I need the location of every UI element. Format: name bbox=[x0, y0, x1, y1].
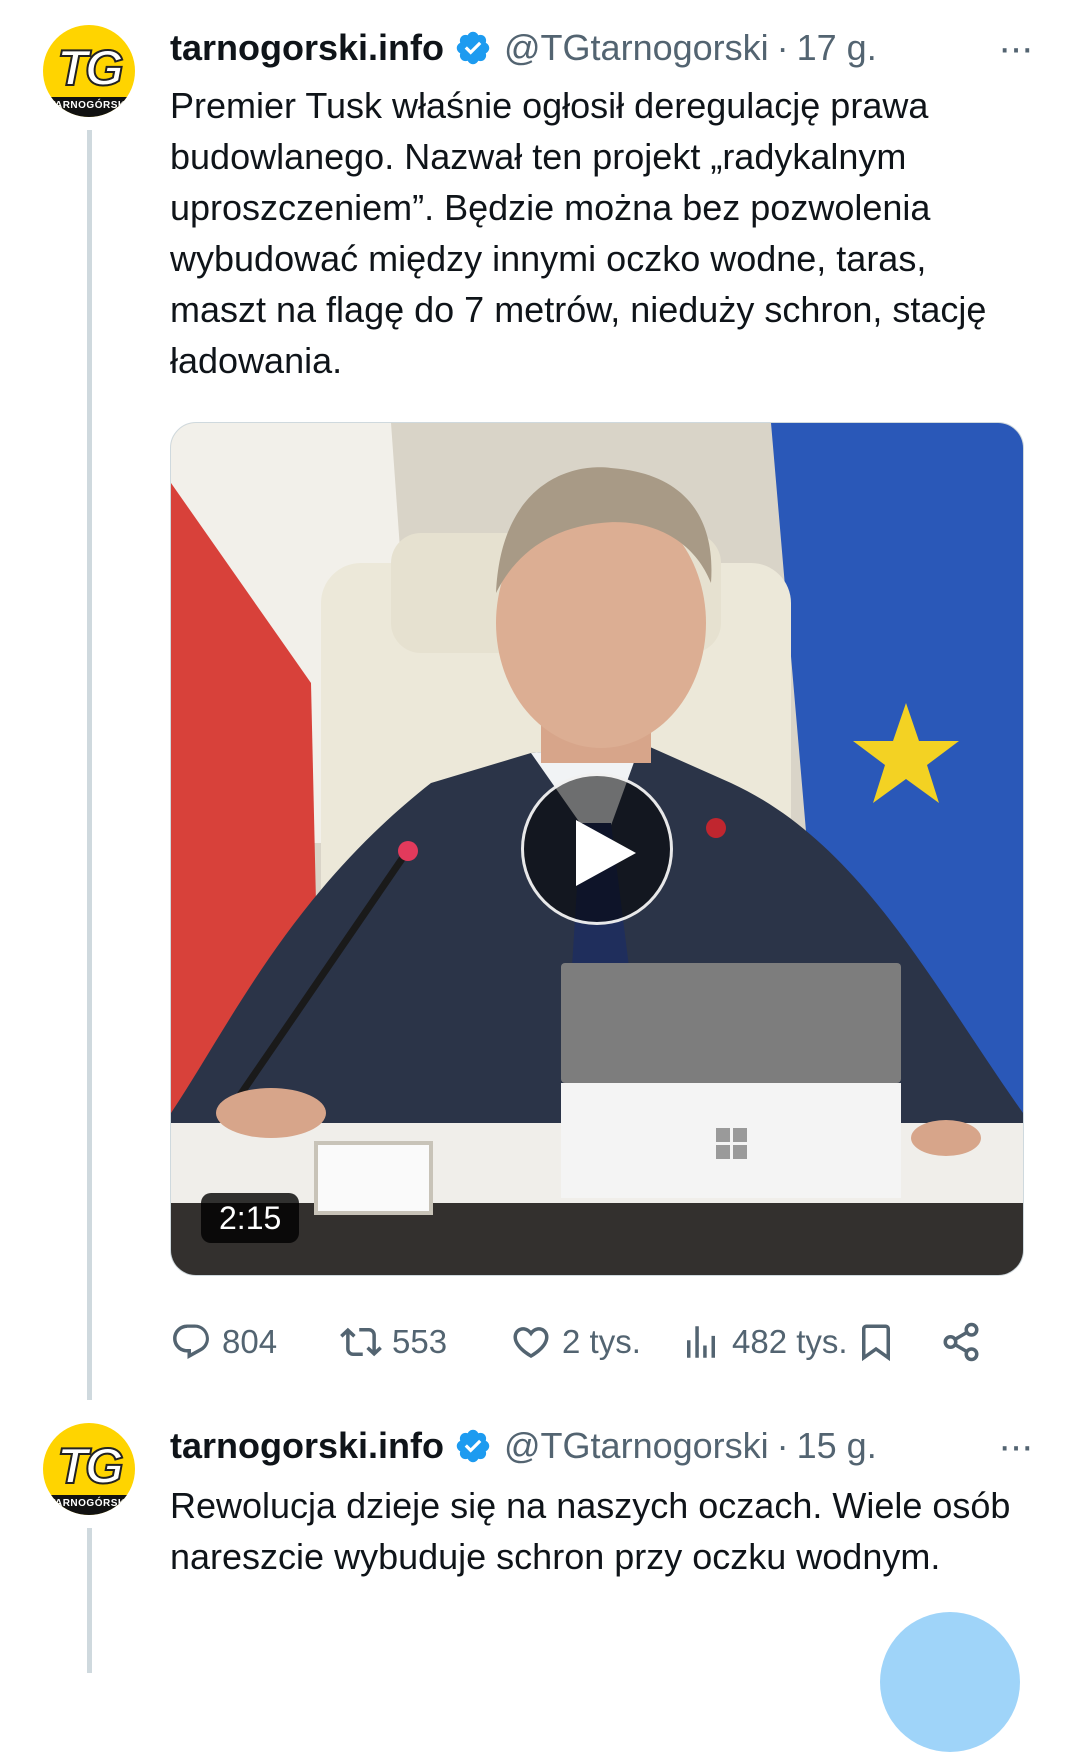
author-handle[interactable]: @TGtarnogorski bbox=[504, 27, 769, 69]
author-name[interactable]: tarnogorski.info bbox=[170, 1425, 444, 1467]
tweet-header: tarnogorski.info @TGtarnogorski · 15 g. bbox=[170, 1423, 877, 1469]
video-player[interactable]: 2:15 bbox=[170, 422, 1024, 1276]
tweet-text: Rewolucja dzieje się na naszych oczach. … bbox=[170, 1485, 1011, 1577]
compose-fab-button[interactable] bbox=[880, 1612, 1020, 1752]
like-count: 2 tys. bbox=[562, 1323, 641, 1360]
verified-badge-icon bbox=[456, 31, 490, 65]
tweet-text: Premier Tusk właśnie ogłosił deregulację… bbox=[170, 85, 987, 381]
separator-dot: · bbox=[776, 27, 789, 68]
more-options-icon[interactable]: ··· bbox=[998, 1424, 1034, 1469]
author-handle[interactable]: @TGtarnogorski bbox=[504, 1425, 769, 1467]
thread-line bbox=[87, 1528, 92, 1673]
separator-dot: · bbox=[776, 1425, 789, 1466]
repost-button[interactable]: 553 bbox=[340, 1312, 447, 1372]
more-options-icon[interactable]: ··· bbox=[998, 26, 1034, 71]
author-avatar[interactable]: TG TARNOGÓRSKI bbox=[43, 1423, 135, 1515]
tweet-header: tarnogorski.info @TGtarnogorski · 17 g. bbox=[170, 25, 877, 71]
tweet-1[interactable]: TG TARNOGÓRSKI tarnogorski.info @TGtarno… bbox=[0, 0, 1080, 1400]
views-count: 482 tys. bbox=[732, 1323, 848, 1360]
thread-line bbox=[87, 130, 92, 1400]
bookmark-button[interactable] bbox=[855, 1312, 907, 1372]
reply-bubble-icon bbox=[173, 1324, 209, 1359]
repost-arrows-icon bbox=[340, 1327, 382, 1357]
video-duration-badge: 2:15 bbox=[201, 1193, 300, 1243]
repost-count: 553 bbox=[392, 1323, 448, 1360]
reply-count: 804 bbox=[222, 1323, 278, 1360]
tweet-timestamp[interactable]: 17 g. bbox=[797, 27, 877, 69]
like-button[interactable]: 2 tys. bbox=[510, 1312, 641, 1372]
avatar-logo-band: TARNOGÓRSKI bbox=[43, 97, 135, 117]
share-icon bbox=[943, 1322, 979, 1362]
bookmark-icon bbox=[862, 1324, 890, 1362]
avatar-logo-band: TARNOGÓRSKI bbox=[43, 1495, 135, 1515]
tweet-timestamp[interactable]: 15 g. bbox=[797, 1425, 877, 1467]
avatar-logo-text: TG bbox=[56, 39, 124, 97]
share-button[interactable] bbox=[940, 1312, 992, 1372]
bar-chart-icon bbox=[687, 1326, 715, 1358]
author-name[interactable]: tarnogorski.info bbox=[170, 27, 444, 69]
tweet-action-bar: 804 553 2 tys. 482 tys. bbox=[170, 1312, 1022, 1372]
verified-badge-icon bbox=[456, 1429, 490, 1463]
views-button[interactable]: 482 tys. bbox=[680, 1312, 848, 1372]
author-avatar[interactable]: TG TARNOGÓRSKI bbox=[43, 25, 135, 117]
play-icon bbox=[576, 820, 636, 886]
heart-icon bbox=[513, 1327, 549, 1359]
avatar-logo-text: TG bbox=[56, 1437, 124, 1495]
play-button[interactable] bbox=[521, 773, 673, 925]
reply-button[interactable]: 804 bbox=[170, 1312, 277, 1372]
